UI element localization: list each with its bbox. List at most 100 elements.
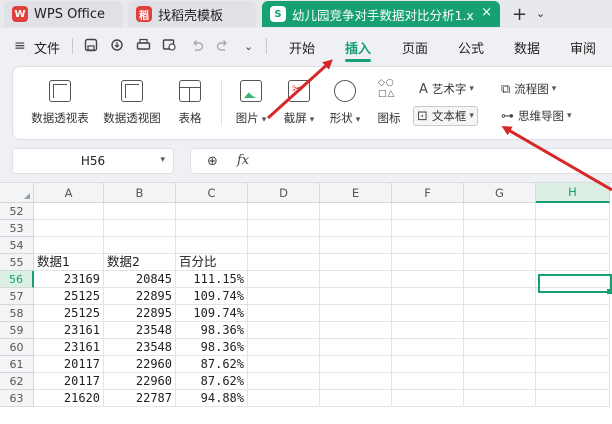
row-header-58[interactable]: 58 (0, 305, 34, 322)
chevron-down-icon[interactable]: ▾ (160, 155, 165, 165)
cell-d60[interactable] (248, 339, 320, 356)
row-header-56[interactable]: 56 (0, 271, 34, 288)
column-header-b[interactable]: B (104, 183, 176, 203)
cell-b59[interactable]: 23548 (104, 322, 176, 339)
zoom-icon[interactable]: ⊕ (207, 154, 218, 169)
cell-a54[interactable] (34, 237, 104, 254)
cell-e60[interactable] (320, 339, 392, 356)
cell-b63[interactable]: 22787 (104, 390, 176, 407)
cell-d58[interactable] (248, 305, 320, 322)
print-icon[interactable] (136, 38, 151, 52)
shape-button[interactable]: 形状 ▾ (326, 80, 364, 126)
cell-b56[interactable]: 20845 (104, 271, 176, 288)
textbox-button[interactable]: ⊡ 文本框 ▾ (413, 106, 478, 126)
cell-g62[interactable] (464, 373, 536, 390)
row-header-52[interactable]: 52 (0, 203, 34, 220)
cell-c58[interactable]: 109.74% (176, 305, 248, 322)
cell-c55[interactable]: 百分比 (176, 254, 248, 271)
row-header-57[interactable]: 57 (0, 288, 34, 305)
print-preview-icon[interactable] (162, 38, 177, 52)
flowchart-button[interactable]: ⧉ 流程图 ▾ (501, 79, 556, 99)
column-header-h[interactable]: H (536, 183, 610, 203)
cell-e61[interactable] (320, 356, 392, 373)
cell-h58[interactable] (536, 305, 610, 322)
cell-h62[interactable] (536, 373, 610, 390)
cell-f59[interactable] (392, 322, 464, 339)
cell-g58[interactable] (464, 305, 536, 322)
cell-d56[interactable] (248, 271, 320, 288)
export-icon[interactable] (110, 38, 124, 52)
screenshot-button[interactable]: 截屏▾ (280, 80, 318, 126)
cell-a53[interactable] (34, 220, 104, 237)
column-header-e[interactable]: E (320, 183, 392, 203)
cell-d63[interactable] (248, 390, 320, 407)
cell-g52[interactable] (464, 203, 536, 220)
cell-a58[interactable]: 25125 (34, 305, 104, 322)
column-header-g[interactable]: G (464, 183, 536, 203)
pivot-table-button[interactable]: 数据透视表 (29, 80, 91, 126)
cell-a62[interactable]: 20117 (34, 373, 104, 390)
fill-handle[interactable] (607, 289, 612, 294)
cell-d59[interactable] (248, 322, 320, 339)
cell-b58[interactable]: 22895 (104, 305, 176, 322)
cell-c53[interactable] (176, 220, 248, 237)
tab-review[interactable]: 审阅 (570, 38, 596, 57)
cell-g54[interactable] (464, 237, 536, 254)
cell-c57[interactable]: 109.74% (176, 288, 248, 305)
cell-a61[interactable]: 20117 (34, 356, 104, 373)
select-all-corner[interactable] (0, 183, 34, 203)
row-header-61[interactable]: 61 (0, 356, 34, 373)
cell-a55[interactable]: 数据1 (34, 254, 104, 271)
cell-c54[interactable] (176, 237, 248, 254)
cell-b53[interactable] (104, 220, 176, 237)
cell-f55[interactable] (392, 254, 464, 271)
spreadsheet-grid[interactable]: A B C D E F G H 52 53 54 55 数据1 数据2 百分比 56 23169 20845 111… (0, 182, 612, 424)
cell-e55[interactable] (320, 254, 392, 271)
cell-f60[interactable] (392, 339, 464, 356)
icons-button[interactable]: 图标 (376, 78, 402, 126)
name-box[interactable]: H56 ▾ (12, 148, 174, 174)
cell-c56[interactable]: 111.15% (176, 271, 248, 288)
row-header-54[interactable]: 54 (0, 237, 34, 254)
cell-g60[interactable] (464, 339, 536, 356)
cell-f62[interactable] (392, 373, 464, 390)
cell-f54[interactable] (392, 237, 464, 254)
table-button[interactable]: 表格 (174, 80, 206, 126)
file-menu[interactable]: 文件 (34, 38, 60, 57)
cell-f58[interactable] (392, 305, 464, 322)
save-icon[interactable] (84, 38, 98, 52)
column-header-a[interactable]: A (34, 183, 104, 203)
cell-a60[interactable]: 23161 (34, 339, 104, 356)
cell-d52[interactable] (248, 203, 320, 220)
row-header-59[interactable]: 59 (0, 322, 34, 339)
cell-h61[interactable] (536, 356, 610, 373)
cell-f52[interactable] (392, 203, 464, 220)
column-header-f[interactable]: F (392, 183, 464, 203)
cell-b54[interactable] (104, 237, 176, 254)
tab-data[interactable]: 数据 (514, 38, 540, 57)
cell-g63[interactable] (464, 390, 536, 407)
more-chevron-icon[interactable]: ⌄ (244, 40, 253, 53)
cell-c61[interactable]: 87.62% (176, 356, 248, 373)
pivot-chart-button[interactable]: 数据透视图 (101, 80, 163, 126)
cell-g55[interactable] (464, 254, 536, 271)
tab-wps-office[interactable]: W WPS Office (4, 1, 122, 27)
cell-g61[interactable] (464, 356, 536, 373)
cell-e63[interactable] (320, 390, 392, 407)
cell-c59[interactable]: 98.36% (176, 322, 248, 339)
cell-b52[interactable] (104, 203, 176, 220)
undo-icon[interactable] (190, 38, 204, 52)
cell-h63[interactable] (536, 390, 610, 407)
new-tab-button[interactable]: + (512, 4, 527, 25)
cell-a56[interactable]: 23169 (34, 271, 104, 288)
cell-e57[interactable] (320, 288, 392, 305)
cell-e58[interactable] (320, 305, 392, 322)
tab-insert[interactable]: 插入 (345, 38, 371, 57)
picture-button[interactable]: 图片 ▾ (232, 80, 270, 126)
cell-d53[interactable] (248, 220, 320, 237)
cell-f53[interactable] (392, 220, 464, 237)
cell-h52[interactable] (536, 203, 610, 220)
cell-c62[interactable]: 87.62% (176, 373, 248, 390)
cell-d54[interactable] (248, 237, 320, 254)
redo-icon[interactable] (216, 38, 230, 52)
